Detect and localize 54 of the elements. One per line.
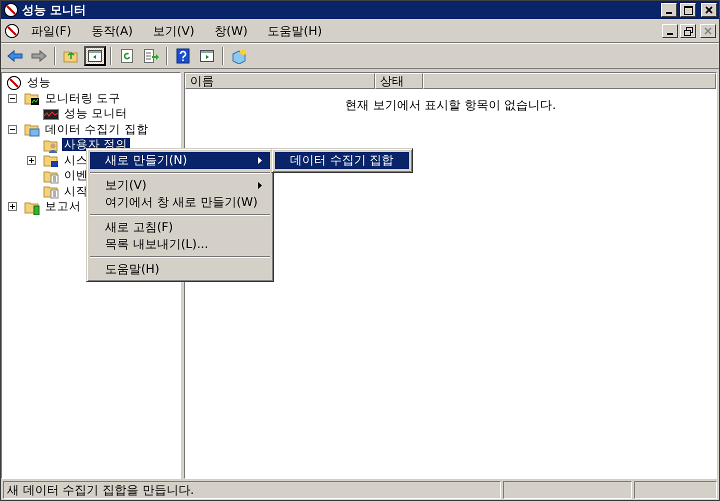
help-icon bbox=[175, 48, 191, 64]
minimize-button[interactable] bbox=[662, 24, 678, 38]
menu-item[interactable]: 창(W) bbox=[205, 20, 257, 42]
menu-item[interactable]: 보기(V) bbox=[90, 177, 270, 194]
menu-item[interactable]: 파일(F) bbox=[22, 20, 80, 42]
menu-item[interactable]: 동작(A) bbox=[82, 20, 142, 42]
menu-item[interactable]: 도움말(H) bbox=[90, 261, 270, 278]
column-header[interactable]: 상태 bbox=[375, 73, 423, 89]
close-icon bbox=[705, 6, 713, 14]
tree-item[interactable]: 모니터링 도구 bbox=[43, 92, 123, 105]
back-arrow-icon bbox=[7, 48, 23, 64]
forward-arrow-icon bbox=[31, 48, 47, 64]
close-button[interactable] bbox=[701, 3, 717, 17]
tree-item[interactable]: 시스 bbox=[62, 154, 90, 167]
menu-item[interactable]: 데이터 수집기 집합 bbox=[275, 152, 409, 169]
menu-item[interactable]: 새로 고침(F) bbox=[90, 219, 270, 236]
maximize-button[interactable] bbox=[680, 3, 696, 17]
collapse-icon[interactable] bbox=[8, 124, 17, 134]
pane-icon bbox=[199, 48, 215, 64]
menu-item[interactable]: 목록 내보내기(L)... bbox=[90, 236, 270, 253]
minimize-button[interactable] bbox=[661, 3, 677, 17]
menu-item[interactable]: 도움말(H) bbox=[258, 20, 332, 42]
menu-item[interactable]: 새로 만들기(N) bbox=[90, 152, 270, 169]
pane-icon bbox=[87, 48, 103, 64]
window-title: 성능 모니터 bbox=[22, 2, 88, 18]
close-icon bbox=[704, 27, 712, 35]
tree-item[interactable]: 보고서 bbox=[43, 200, 83, 214]
tree-item[interactable]: 성능 bbox=[25, 76, 53, 90]
expand-icon[interactable] bbox=[8, 202, 17, 212]
submenu-arrow-icon bbox=[258, 182, 262, 189]
refresh-icon bbox=[119, 48, 135, 64]
no-sign-icon bbox=[4, 23, 20, 39]
tree-item[interactable]: 데이터 수집기 집합 bbox=[43, 122, 150, 136]
menu-item[interactable]: 보기(V) bbox=[144, 20, 204, 42]
status-text: 새 데이터 수집기 집합을 만듭니다. bbox=[3, 481, 501, 499]
column-header[interactable]: 이름 bbox=[185, 73, 375, 89]
close-button[interactable] bbox=[700, 24, 716, 38]
collapse-icon[interactable] bbox=[8, 94, 17, 103]
no-sign-icon bbox=[6, 74, 22, 91]
tree-item[interactable]: 시작 bbox=[62, 184, 90, 198]
no-sign-icon bbox=[3, 2, 19, 18]
cube-icon bbox=[231, 48, 247, 64]
expand-icon[interactable] bbox=[27, 156, 36, 165]
maximize-icon bbox=[684, 6, 692, 14]
export-list-icon bbox=[143, 48, 159, 64]
column-header[interactable] bbox=[423, 73, 716, 89]
restore-icon bbox=[684, 26, 692, 36]
submenu-arrow-icon bbox=[258, 157, 262, 164]
restore-button[interactable] bbox=[680, 24, 696, 38]
empty-message: 현재 보기에서 표시할 항목이 없습니다. bbox=[344, 97, 558, 114]
toolbar-button[interactable] bbox=[84, 46, 106, 66]
tree-item[interactable]: 성능 모니터 bbox=[62, 107, 130, 120]
tree-item[interactable]: 이벤 bbox=[62, 169, 90, 182]
menu-item[interactable]: 여기에서 창 새로 만들기(W) bbox=[90, 194, 270, 211]
